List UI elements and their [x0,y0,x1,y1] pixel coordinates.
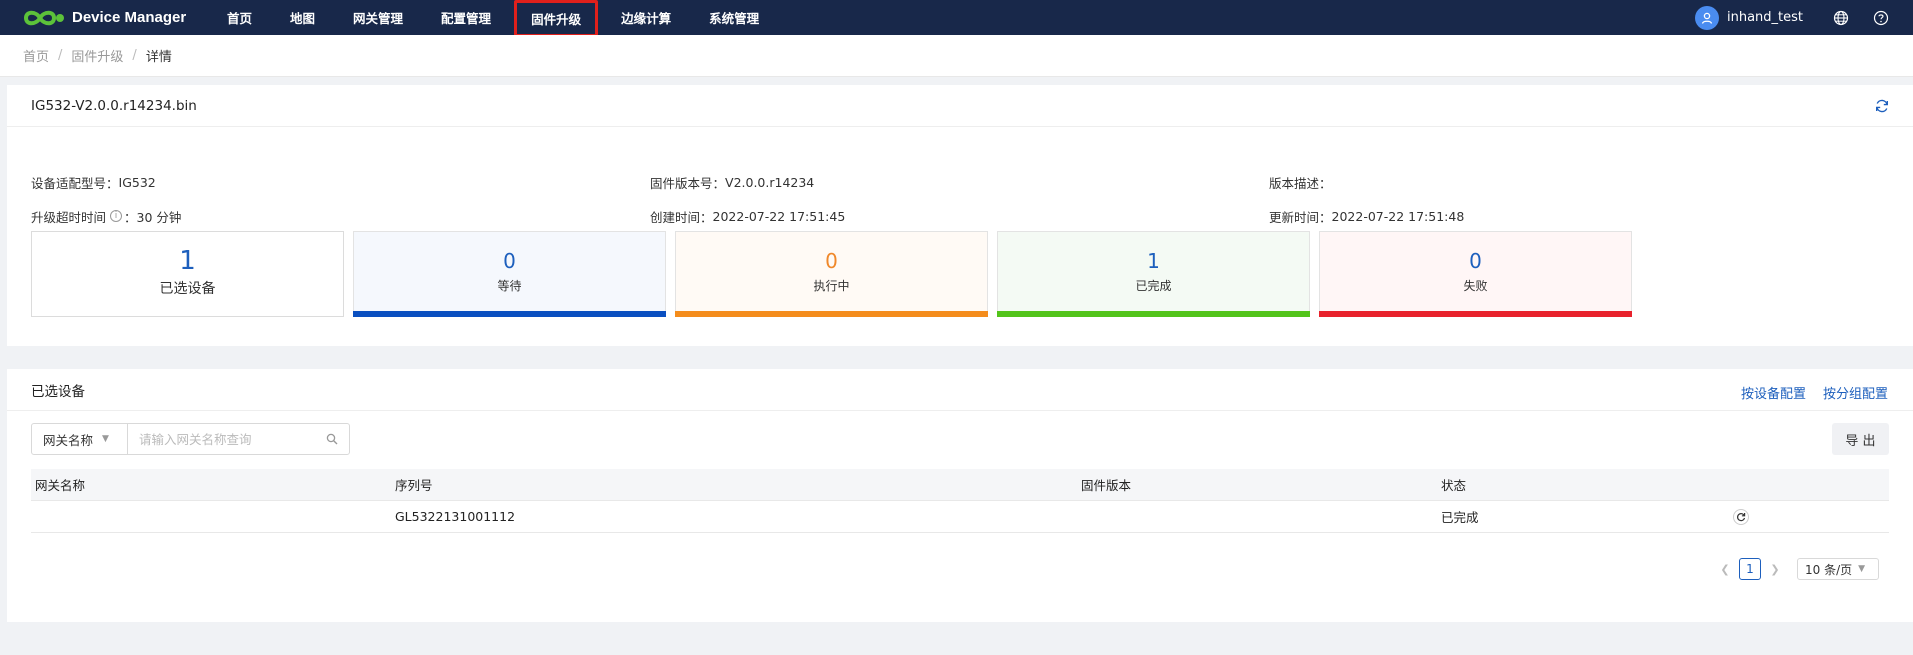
stat-label: 已选设备 [159,281,216,297]
stat-value: 0 [503,249,516,273]
export-button[interactable]: 导 出 [1832,423,1889,455]
stat-label: 执行中 [813,279,850,293]
username[interactable]: inhand_test [1727,10,1803,25]
configure-by-device-link[interactable]: 按设备配置 [1741,383,1806,402]
app-logo[interactable]: Device Manager [22,7,212,29]
status-cell: 已完成 [1441,510,1479,525]
top-navbar: Device Manager 首页 地图 网关管理 配置管理 固件升级 边缘计算… [0,0,1913,37]
nav-home[interactable]: 首页 [212,0,267,35]
help-icon[interactable] [1873,10,1889,26]
model-value: IG532 [118,174,156,190]
model-field: 设备适配型号： IG532 [31,174,156,191]
breadcrumb-home[interactable]: 首页 [23,46,49,65]
firmware-file-name: IG532-V2.0.0.r14234.bin [31,97,197,114]
stat-value: 1 [1147,249,1160,273]
search-input[interactable] [128,424,321,454]
page-size-select[interactable]: 10 条/页 ▼ [1797,558,1879,580]
timeout-value: ：30 分钟 [124,209,182,225]
stat-bar [675,311,988,317]
chevron-down-icon: ▼ [102,434,109,444]
device-search: 网关名称 ▼ [31,423,350,455]
search-icon[interactable] [321,424,343,454]
column-header[interactable]: 序列号 [391,475,1077,494]
nav-system-management[interactable]: 系统管理 [694,0,774,35]
stat-waiting[interactable]: 0 等待 [353,231,666,317]
stat-done[interactable]: 1 已完成 [997,231,1310,317]
nav-map[interactable]: 地图 [275,0,330,35]
retry-icon[interactable] [1733,508,1749,525]
stat-value: 0 [1469,249,1482,273]
breadcrumb: 首页 / 固件升级 / 详情 [0,35,1913,77]
stat-value: 1 [179,246,196,276]
firmware-info-grid: 设备适配型号： IG532 固件版本号： V2.0.0.r14234 版本描述： 升… [31,165,1891,233]
column-header[interactable]: 状态 [1437,475,1729,494]
updated-field: 更新时间： 2022-07-22 17:51:48 [1269,208,1465,225]
stat-bar [353,311,666,317]
serial-cell: GL5322131001112 [395,509,516,524]
version-field: 固件版本号： V2.0.0.r14234 [650,174,815,191]
created-field: 创建时间： 2022-07-22 17:51:45 [650,208,846,225]
refresh-icon[interactable] [1873,97,1891,115]
upgrade-stats: 1 已选设备 0 等待 0 执行中 1 已完成 0 失败 [31,231,1641,317]
configure-by-group-link[interactable]: 按分组配置 [1823,383,1888,402]
selected-devices-title: 已选设备 [31,383,85,400]
created-value: 2022-07-22 17:51:45 [712,208,846,224]
user-avatar-icon[interactable] [1694,5,1719,30]
stat-value: 0 [825,249,838,273]
inhand-logo-icon [23,10,64,25]
stat-label: 失败 [1463,279,1488,293]
devices-table: 网关名称 序列号 固件版本 状态 GL5322131001112 已完成 [31,469,1889,533]
next-page-icon[interactable]: ❯ [1767,563,1783,576]
stat-bar [1319,311,1632,317]
firmware-detail-header: IG532-V2.0.0.r14234.bin [7,85,1913,127]
pagination: ❮ 1 ❯ 10 条/页 ▼ [1717,558,1879,580]
breadcrumb-firmware-upgrade[interactable]: 固件升级 [71,46,123,65]
column-header[interactable]: 网关名称 [31,475,391,494]
selected-devices-header: 已选设备 [7,369,1913,411]
table-row[interactable]: GL5322131001112 已完成 [31,501,1889,533]
stat-label: 已完成 [1135,279,1172,293]
stat-running[interactable]: 0 执行中 [675,231,988,317]
globe-icon[interactable] [1833,10,1849,26]
chevron-down-icon: ▼ [1858,564,1866,574]
nav-edge-computing[interactable]: 边缘计算 [606,0,686,35]
breadcrumb-current: 详情 [145,50,172,65]
search-field-select[interactable]: 网关名称 ▼ [32,424,128,454]
firmware-detail-panel: IG532-V2.0.0.r14234.bin 设备适配型号： IG532 固件版… [7,85,1913,346]
main-nav: 首页 地图 网关管理 配置管理 固件升级 边缘计算 系统管理 [212,0,782,37]
page-number[interactable]: 1 [1739,558,1761,580]
stat-failed[interactable]: 0 失败 [1319,231,1632,317]
breadcrumb-separator: / [132,48,137,63]
stat-selected-devices[interactable]: 1 已选设备 [31,231,344,317]
timeout-field: 升级超时时间 i ：30 分钟 [31,207,650,226]
app-title: Device Manager [72,9,187,26]
info-icon[interactable]: i [110,210,123,222]
table-header: 网关名称 序列号 固件版本 状态 [31,469,1889,501]
updated-value: 2022-07-22 17:51:48 [1331,208,1465,224]
selected-devices-panel: 已选设备 按设备配置 按分组配置 网关名称▼ 导 出 网关名称 序列号 固件版本… [7,369,1913,622]
column-header[interactable]: 固件版本 [1077,475,1437,494]
nav-firmware-upgrade[interactable]: 固件升级 [514,0,599,37]
description-field: 版本描述： [1269,175,1332,191]
nav-gateway-management[interactable]: 网关管理 [338,0,418,35]
stat-bar [997,311,1310,317]
prev-page-icon[interactable]: ❮ [1717,563,1733,576]
breadcrumb-separator: / [58,48,63,63]
stat-label: 等待 [497,279,522,293]
nav-config-management[interactable]: 配置管理 [426,0,506,35]
version-value: V2.0.0.r14234 [725,174,815,190]
